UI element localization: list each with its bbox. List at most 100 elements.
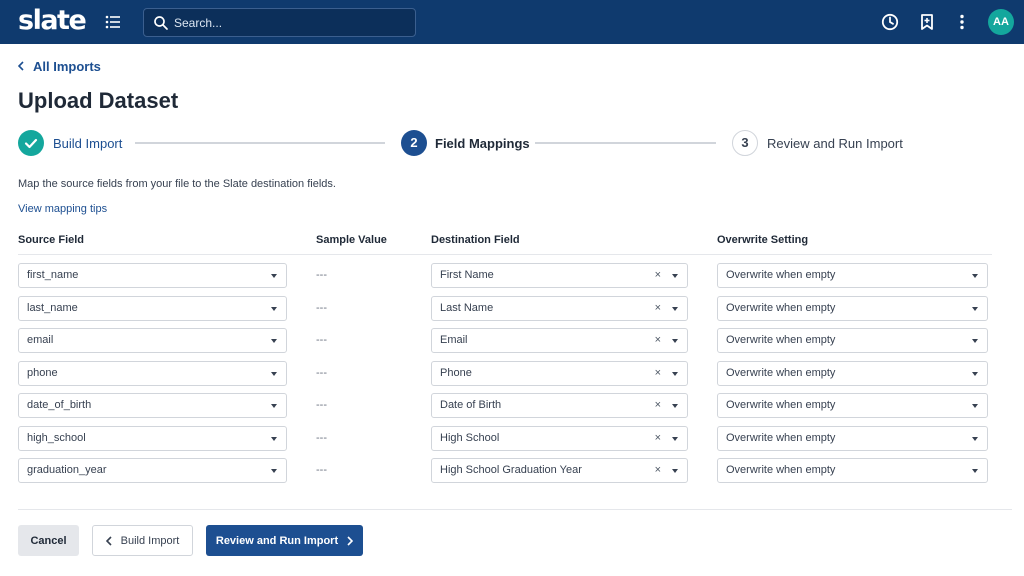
chevron-left-icon: [18, 61, 24, 71]
source-field-value: high_school: [27, 432, 86, 444]
step-2-label: Field Mappings: [435, 136, 530, 151]
chevron-down-icon: [672, 437, 678, 441]
destination-field-select[interactable]: First Name ×: [431, 263, 688, 288]
destination-field-value: Last Name: [440, 302, 494, 314]
sample-value: ---: [316, 302, 327, 314]
clear-icon[interactable]: ×: [655, 427, 661, 450]
overwrite-setting-value: Overwrite when empty: [726, 432, 836, 444]
clear-icon[interactable]: ×: [655, 297, 661, 320]
source-field-value: email: [27, 334, 54, 346]
next-button-label: Review and Run Import: [215, 534, 339, 547]
chevron-down-icon: [972, 437, 978, 441]
source-field-value: first_name: [27, 269, 79, 281]
overwrite-setting-select[interactable]: Overwrite when empty: [717, 458, 988, 483]
column-header-destination-field: Destination Field: [431, 234, 520, 246]
overwrite-setting-value: Overwrite when empty: [726, 464, 836, 476]
chevron-down-icon: [972, 307, 978, 311]
destination-field-value: High School: [440, 432, 500, 444]
chevron-down-icon: [672, 307, 678, 311]
table-header-divider: [18, 254, 992, 255]
chevron-left-icon: [105, 535, 112, 546]
column-header-sample-value: Sample Value: [316, 234, 387, 246]
page-title: Upload Dataset: [18, 88, 179, 113]
check-icon: [24, 138, 38, 149]
back-build-import-button[interactable]: Build Import: [92, 525, 193, 556]
chevron-down-icon: [672, 404, 678, 408]
overwrite-setting-select[interactable]: Overwrite when empty: [717, 328, 988, 353]
cancel-button[interactable]: Cancel: [18, 525, 79, 556]
clear-icon[interactable]: ×: [655, 329, 661, 352]
history-clock-icon[interactable]: [880, 12, 900, 32]
view-mapping-tips-link[interactable]: View mapping tips: [18, 203, 107, 215]
source-field-select[interactable]: last_name: [18, 296, 287, 321]
step-connector: [535, 142, 716, 144]
instructions-text: Map the source fields from your file to …: [18, 178, 336, 190]
overwrite-setting-value: Overwrite when empty: [726, 399, 836, 411]
step-1-label[interactable]: Build Import: [53, 136, 122, 151]
chevron-down-icon: [972, 274, 978, 278]
destination-field-select[interactable]: Date of Birth ×: [431, 393, 688, 418]
top-navigation-bar: slate AA: [0, 0, 1024, 44]
source-field-select[interactable]: graduation_year: [18, 458, 287, 483]
clear-icon[interactable]: ×: [655, 362, 661, 385]
more-vertical-icon[interactable]: [952, 12, 972, 32]
step-2-number: 2: [401, 130, 427, 156]
sample-value: ---: [316, 432, 327, 444]
clear-icon[interactable]: ×: [655, 264, 661, 287]
chevron-down-icon: [271, 469, 277, 473]
cancel-button-label: Cancel: [30, 534, 67, 547]
user-avatar[interactable]: AA: [988, 9, 1014, 35]
overwrite-setting-select[interactable]: Overwrite when empty: [717, 426, 988, 451]
destination-field-select[interactable]: Last Name ×: [431, 296, 688, 321]
chevron-down-icon: [271, 307, 277, 311]
overwrite-setting-value: Overwrite when empty: [726, 269, 836, 281]
chevron-down-icon: [672, 469, 678, 473]
chevron-down-icon: [972, 372, 978, 376]
overwrite-setting-select[interactable]: Overwrite when empty: [717, 263, 988, 288]
footer-divider: [18, 509, 1012, 510]
source-field-value: graduation_year: [27, 464, 107, 476]
step-1-complete-indicator: [18, 130, 44, 156]
overwrite-setting-select[interactable]: Overwrite when empty: [717, 393, 988, 418]
step-connector: [135, 142, 385, 144]
overwrite-setting-select[interactable]: Overwrite when empty: [717, 296, 988, 321]
destination-field-select[interactable]: High School ×: [431, 426, 688, 451]
overwrite-setting-value: Overwrite when empty: [726, 334, 836, 346]
destination-field-value: First Name: [440, 269, 494, 281]
destination-field-select[interactable]: Phone ×: [431, 361, 688, 386]
bookmark-icon[interactable]: [917, 12, 937, 32]
destination-field-value: Date of Birth: [440, 399, 502, 411]
destination-field-select[interactable]: Email ×: [431, 328, 688, 353]
search-input[interactable]: [174, 9, 409, 36]
review-and-run-import-button[interactable]: Review and Run Import: [206, 525, 363, 556]
sample-value: ---: [316, 399, 327, 411]
step-3-label: Review and Run Import: [767, 136, 903, 151]
sample-value: ---: [316, 269, 327, 281]
breadcrumb-all-imports[interactable]: All Imports: [18, 58, 101, 74]
chevron-down-icon: [271, 339, 277, 343]
destination-field-select[interactable]: High School Graduation Year ×: [431, 458, 688, 483]
back-button-label: Build Import: [120, 534, 180, 547]
overwrite-setting-select[interactable]: Overwrite when empty: [717, 361, 988, 386]
source-field-select[interactable]: phone: [18, 361, 287, 386]
source-field-select[interactable]: date_of_birth: [18, 393, 287, 418]
source-field-select[interactable]: email: [18, 328, 287, 353]
slate-logo[interactable]: slate: [18, 3, 87, 39]
destination-field-value: Phone: [440, 367, 472, 379]
chevron-down-icon: [271, 404, 277, 408]
sample-value: ---: [316, 334, 327, 346]
overwrite-setting-value: Overwrite when empty: [726, 302, 836, 314]
clear-icon[interactable]: ×: [655, 459, 661, 482]
source-field-select[interactable]: high_school: [18, 426, 287, 451]
chevron-down-icon: [672, 339, 678, 343]
search-box[interactable]: [143, 8, 416, 37]
source-field-value: phone: [27, 367, 58, 379]
source-field-select[interactable]: first_name: [18, 263, 287, 288]
column-header-source-field: Source Field: [18, 234, 85, 246]
chevron-down-icon: [271, 274, 277, 278]
chevron-down-icon: [672, 372, 678, 376]
breadcrumb-label: All Imports: [33, 58, 101, 74]
clear-icon[interactable]: ×: [655, 394, 661, 417]
column-header-overwrite-setting: Overwrite Setting: [717, 234, 809, 246]
menu-icon[interactable]: [104, 13, 122, 31]
